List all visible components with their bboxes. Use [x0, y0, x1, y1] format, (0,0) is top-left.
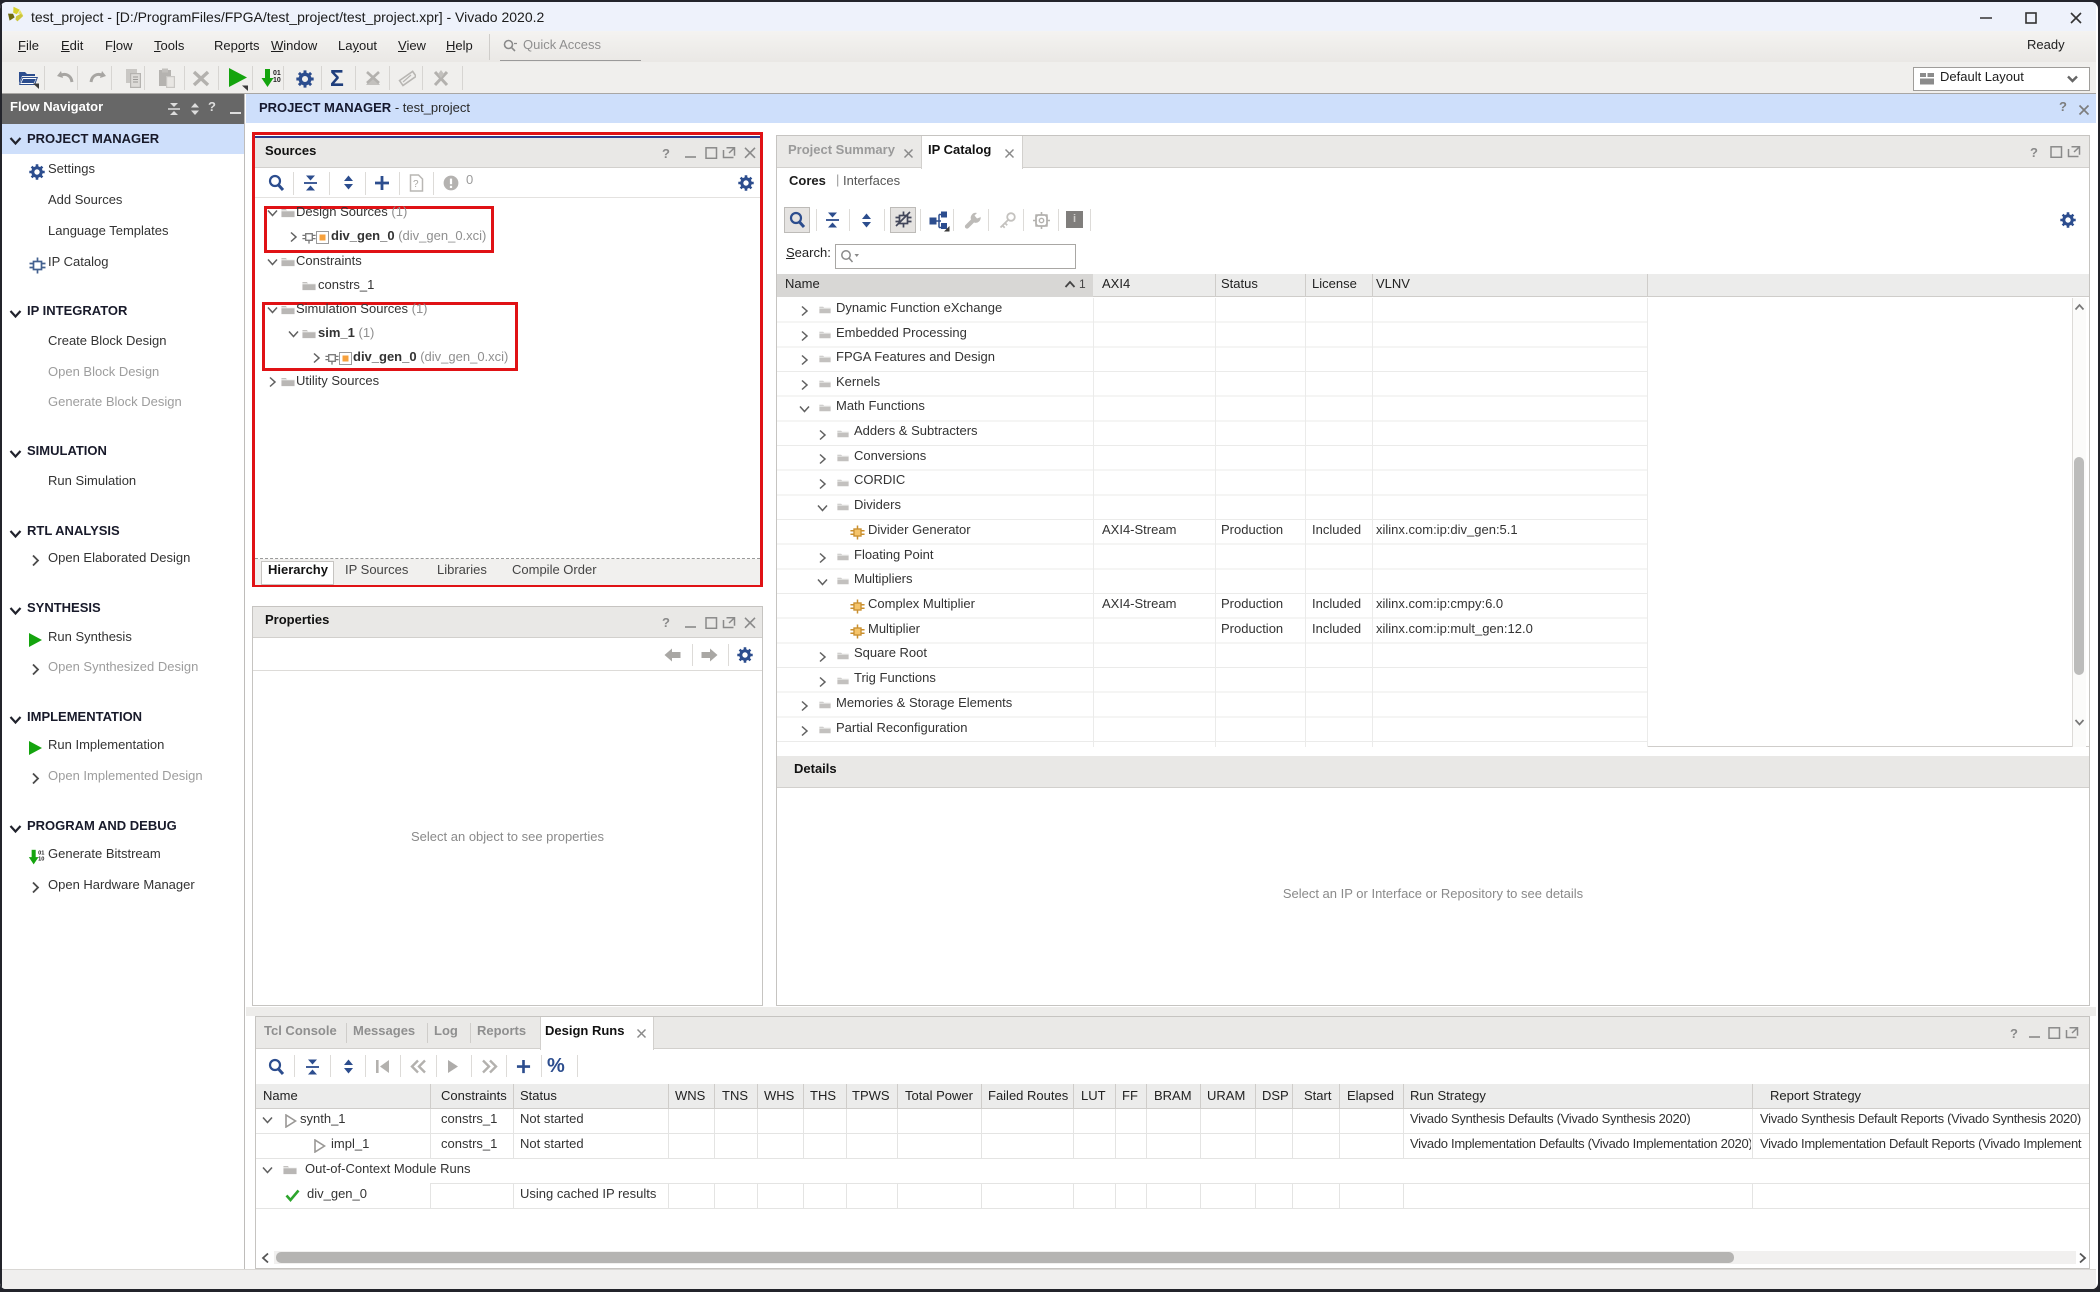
svg-text:01: 01	[273, 70, 281, 77]
svg-text:10: 10	[38, 856, 44, 862]
svg-text:10: 10	[273, 77, 281, 84]
svg-text:?: ?	[413, 179, 419, 190]
